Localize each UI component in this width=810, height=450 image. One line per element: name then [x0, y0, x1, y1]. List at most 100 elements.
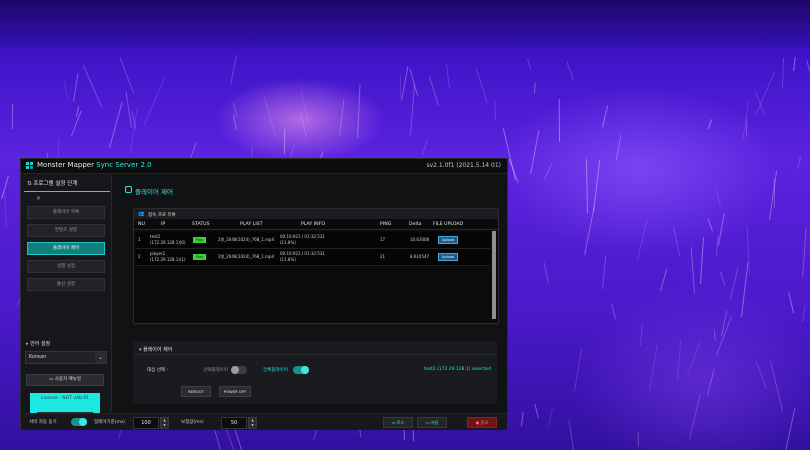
light-fiber [521, 411, 524, 426]
row-info-percent: (11.8%) [280, 240, 296, 245]
light-fiber [544, 163, 553, 180]
stepper-down-icon[interactable]: ▼ [162, 423, 167, 427]
light-fiber [787, 292, 794, 313]
light-fiber [729, 266, 739, 299]
light-fiber [784, 408, 796, 450]
light-fiber [720, 271, 726, 285]
player-control-panel: ▾ 플레이어 제어 대상 선택 : 선택플레이어 전체플레이어 test2 (1… [133, 342, 497, 404]
light-fiber [706, 368, 715, 396]
light-fiber [3, 191, 7, 229]
row-ping: 21 [380, 254, 386, 259]
language-header-label: 언어 설정 [30, 341, 51, 347]
language-select[interactable]: Korean ⌄ [25, 351, 107, 364]
light-fiber [673, 226, 681, 257]
col-delta: Delta [409, 222, 422, 227]
light-fiber [422, 140, 429, 155]
light-fiber [707, 218, 713, 232]
save-button[interactable]: ▭ 저장 [417, 417, 447, 428]
light-fiber [283, 129, 285, 155]
light-fiber [559, 99, 561, 143]
offset-stepper[interactable]: ▲ ▼ [248, 417, 257, 429]
app-title-sync: Sync Server 2.0 [96, 161, 152, 169]
user-manual-label: 사용자 매뉴얼 [54, 377, 81, 382]
light-fiber [428, 76, 439, 106]
bottom-bar: 서버 자동 동기 딜레이기준(ms) 100 ▲ ▼ 보정값(ms) 50 ▲ ▼ … [21, 413, 507, 430]
sidebar-item-player-control[interactable]: 플레이어 제어 [27, 242, 105, 255]
interval-input[interactable]: 100 [133, 417, 159, 429]
light-fiber [412, 430, 414, 442]
table-row[interactable]: 1 test2 (172.29.128.1)(0) Play 2병_2048(1… [136, 232, 490, 249]
chevron-down-icon[interactable]: ⌄ [95, 352, 106, 363]
row-delta: 8.610547 [410, 254, 430, 259]
interval-label: 딜레이기준(ms) [94, 420, 125, 425]
language-header: ▸ 언어 설정 [26, 340, 50, 347]
sidebar-header: ⇅ 프로그램 설정 단계 [27, 179, 77, 187]
light-fiber [699, 236, 704, 284]
scrollbar-thumb[interactable] [492, 231, 496, 319]
light-fiber [339, 98, 345, 135]
select-player-toggle[interactable] [231, 366, 247, 374]
offset-input[interactable]: 50 [221, 417, 247, 429]
light-fiber [640, 323, 643, 347]
light-fiber [568, 420, 576, 450]
reboot-button[interactable]: REBOOT [181, 386, 211, 397]
table-row[interactable]: 2 player2 (172.29.128.1)(1) Play 2병_2048… [136, 249, 490, 266]
light-fiber [527, 58, 532, 69]
server-sync-toggle[interactable] [71, 418, 87, 426]
sidebar-item-player-list[interactable]: 플레이어 목록 [27, 206, 105, 219]
light-fiber [57, 139, 59, 157]
exit-label: 종료 [480, 420, 489, 425]
toggle-knob [79, 418, 87, 426]
collapse-icon[interactable]: ✕ [36, 195, 41, 202]
light-fiber [543, 261, 549, 283]
stepper-down-icon[interactable]: ▼ [250, 423, 255, 427]
scrollbar[interactable] [492, 231, 496, 319]
control-header-label: 플레이어 제어 [143, 347, 173, 353]
col-nu: NU [138, 222, 145, 227]
player-list-header: 👥 접속 프로 목록 [134, 209, 498, 219]
stepper-up-icon[interactable]: ▲ [250, 418, 255, 422]
exit-button[interactable]: ● 종료 [467, 417, 497, 428]
stepper-up-icon[interactable]: ▲ [162, 418, 167, 422]
light-fiber [770, 359, 784, 411]
player-list-panel: 👥 접속 프로 목록 NU IP STATUS PLAY LIST PLAY I… [133, 208, 499, 324]
sidebar-header-label: 프로그램 설정 단계 [33, 181, 78, 187]
light-fiber [690, 247, 695, 293]
sidebar-item-comm-settings[interactable]: 통신 설정 [27, 278, 105, 291]
upload-button[interactable]: Upload [438, 236, 458, 244]
col-status: STATUS [192, 222, 210, 227]
load-button[interactable]: ▭ 로드 [383, 417, 413, 428]
power-off-button[interactable]: POWER OFF [219, 386, 251, 397]
light-fiber [399, 74, 402, 98]
sync-server-window: Monster Mapper Sync Server 2.0 sv2.1.0f1… [20, 158, 508, 430]
light-fiber [142, 78, 165, 127]
row-info-time: 00:10:921 / 01:32:531 [280, 234, 325, 239]
title-bar: Monster Mapper Sync Server 2.0 sv2.1.0f1… [21, 159, 507, 174]
sidebar-item-content-settings[interactable]: 컨텐츠 설정 [27, 224, 105, 237]
sidebar: ⇅ 프로그램 설정 단계 ✕ 플레이어 목록 컨텐츠 설정 플레이어 제어 실행… [21, 174, 112, 422]
light-fiber [601, 105, 608, 128]
light-fiber [573, 348, 583, 392]
all-players-toggle[interactable] [293, 366, 309, 374]
toggle-knob [301, 366, 309, 374]
status-badge: Play [193, 254, 206, 260]
col-ping: PING [380, 222, 392, 227]
light-fiber [475, 67, 488, 104]
row-delta: 10.63008 [410, 237, 430, 242]
version-label: sv2.1.0f1 (2021.5.14 01) [426, 162, 501, 169]
light-fiber [636, 218, 648, 260]
light-fiber [592, 159, 600, 212]
light-fiber [610, 303, 616, 320]
row-ip: (172.29.128.1)(1) [150, 257, 186, 262]
interval-stepper[interactable]: ▲ ▼ [160, 417, 169, 429]
light-fiber [688, 393, 701, 440]
sidebar-item-run-settings[interactable]: 실행 설정 [27, 260, 105, 273]
user-manual-button[interactable]: ▭ 사용자 매뉴얼 [26, 374, 104, 386]
save-label: 저장 [430, 420, 439, 425]
header-divider [134, 229, 498, 230]
row-name: test2 [150, 234, 161, 239]
upload-button[interactable]: Upload [438, 253, 458, 261]
select-player-label: 선택플레이어 [203, 368, 228, 373]
control-divider [133, 354, 497, 355]
light-fiber [676, 339, 681, 380]
